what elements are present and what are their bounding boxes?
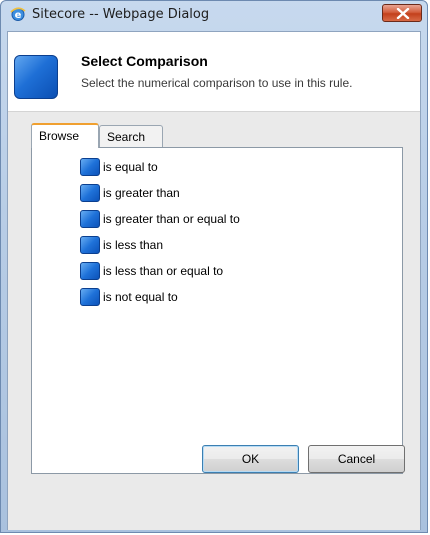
- dialog-window: e Sitecore -- Webpage Dialog Select Comp…: [0, 0, 428, 533]
- comparison-item-icon: [80, 288, 100, 306]
- header-description: Select the numerical comparison to use i…: [81, 76, 353, 90]
- list-item-label: is equal to: [103, 160, 158, 174]
- cancel-button[interactable]: Cancel: [308, 445, 405, 473]
- comparison-item-icon: [80, 262, 100, 280]
- dialog-client: Select Comparison Select the numerical c…: [7, 31, 421, 530]
- tab-search[interactable]: Search: [99, 125, 163, 147]
- list-item-label: is not equal to: [103, 290, 178, 304]
- title-bar[interactable]: e Sitecore -- Webpage Dialog: [1, 1, 429, 29]
- ok-button[interactable]: OK: [202, 445, 299, 473]
- comparison-item-icon: [80, 184, 100, 202]
- list-item-label: is less than or equal to: [103, 264, 224, 278]
- list-item-label: is greater than: [103, 186, 180, 200]
- close-icon: [396, 8, 410, 19]
- header-title: Select Comparison: [81, 53, 208, 69]
- window-title: Sitecore -- Webpage Dialog: [32, 7, 210, 22]
- tab-browse[interactable]: Browse: [31, 123, 99, 148]
- comparison-icon: [14, 55, 58, 99]
- comparison-item-icon: [80, 210, 100, 228]
- comparison-item-icon: [80, 158, 100, 176]
- comparison-item-icon: [80, 236, 100, 254]
- list-item-label: is less than: [103, 238, 164, 252]
- dialog-header: Select Comparison Select the numerical c…: [8, 32, 420, 111]
- svg-text:e: e: [15, 10, 22, 21]
- comparison-list: is equal to is greater than is greater t…: [31, 147, 403, 474]
- internet-explorer-icon: e: [10, 6, 26, 22]
- list-item-label: is greater than or equal to: [103, 212, 240, 226]
- close-button[interactable]: [382, 4, 422, 22]
